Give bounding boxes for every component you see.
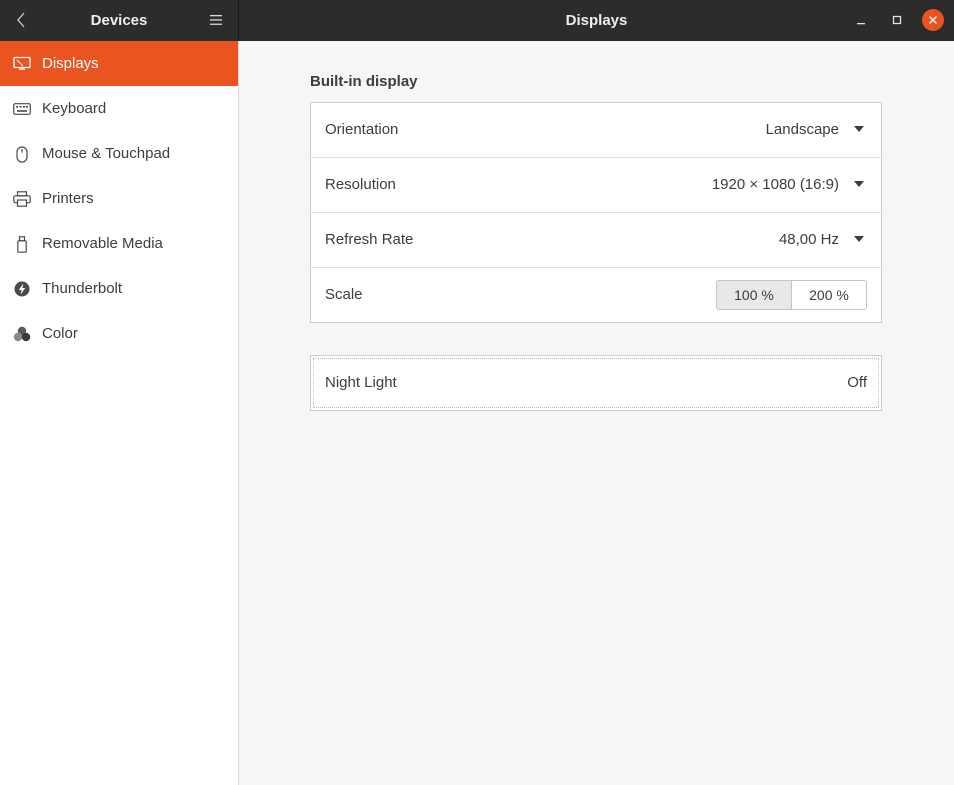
hamburger-menu-icon xyxy=(210,15,222,25)
settings-window: Devices Displays Displays Keyboard Mouse… xyxy=(0,0,954,785)
usb-drive-icon xyxy=(13,235,31,253)
scale-label: Scale xyxy=(325,286,363,303)
resolution-label: Resolution xyxy=(325,176,396,193)
sidebar-item-label: Printers xyxy=(42,190,94,207)
night-light-row[interactable]: Night Light Off xyxy=(310,355,882,411)
sidebar-item-printers[interactable]: Printers xyxy=(0,176,238,221)
minimize-button[interactable] xyxy=(850,9,872,31)
thunderbolt-icon xyxy=(13,280,31,298)
sidebar: Displays Keyboard Mouse & Touchpad Print… xyxy=(0,41,239,785)
minimize-icon xyxy=(857,23,865,25)
sidebar-item-label: Removable Media xyxy=(42,235,163,252)
sidebar-header: Devices xyxy=(0,0,239,41)
orientation-value: Landscape xyxy=(765,121,839,138)
scale-row: Scale 100 % 200 % xyxy=(311,268,881,322)
sidebar-item-mouse-touchpad[interactable]: Mouse & Touchpad xyxy=(0,131,238,176)
maximize-icon xyxy=(892,15,902,25)
sidebar-item-keyboard[interactable]: Keyboard xyxy=(0,86,238,131)
focus-outline xyxy=(313,358,879,408)
close-button[interactable] xyxy=(922,9,944,31)
scale-100-button[interactable]: 100 % xyxy=(717,281,792,309)
printer-icon xyxy=(13,190,31,208)
refresh-rate-row[interactable]: Refresh Rate 48,00 Hz xyxy=(311,213,881,268)
sidebar-item-label: Mouse & Touchpad xyxy=(42,145,171,162)
maximize-button[interactable] xyxy=(886,9,908,31)
night-light-value: Off xyxy=(847,374,867,391)
dropdown-arrow-icon xyxy=(854,181,864,187)
sidebar-item-color[interactable]: Color xyxy=(0,311,238,356)
sidebar-item-label: Displays xyxy=(42,55,99,72)
sidebar-item-label: Color xyxy=(42,325,78,342)
sidebar-item-displays[interactable]: Displays xyxy=(0,41,238,86)
sidebar-item-removable-media[interactable]: Removable Media xyxy=(0,221,238,266)
refresh-rate-value: 48,00 Hz xyxy=(778,231,839,248)
dropdown-arrow-icon xyxy=(854,126,864,132)
keyboard-icon xyxy=(13,100,31,118)
color-icon xyxy=(13,325,31,343)
header-bar: Devices Displays xyxy=(0,0,954,41)
sidebar-item-label: Keyboard xyxy=(42,100,107,117)
night-light-label: Night Light xyxy=(325,374,397,391)
sidebar-item-label: Thunderbolt xyxy=(42,280,123,297)
main-content: Built-in display Orientation Landscape R… xyxy=(239,41,954,785)
menu-button[interactable] xyxy=(203,7,229,33)
page-title: Displays xyxy=(565,12,628,29)
monitor-icon xyxy=(13,55,31,73)
mouse-icon xyxy=(13,145,31,163)
resolution-row[interactable]: Resolution 1920 × 1080 (16:9) xyxy=(311,158,881,213)
resolution-value: 1920 × 1080 (16:9) xyxy=(711,176,839,193)
orientation-label: Orientation xyxy=(325,121,399,138)
display-settings-list: Orientation Landscape Resolution 1920 × … xyxy=(310,102,882,323)
scale-toggle-group: 100 % 200 % xyxy=(716,280,867,310)
section-title: Built-in display xyxy=(310,73,418,90)
refresh-rate-label: Refresh Rate xyxy=(325,231,414,248)
scale-200-button[interactable]: 200 % xyxy=(792,281,866,309)
sidebar-item-thunderbolt[interactable]: Thunderbolt xyxy=(0,266,238,311)
orientation-row[interactable]: Orientation Landscape xyxy=(311,103,881,158)
dropdown-arrow-icon xyxy=(854,236,864,242)
close-icon xyxy=(929,16,937,24)
